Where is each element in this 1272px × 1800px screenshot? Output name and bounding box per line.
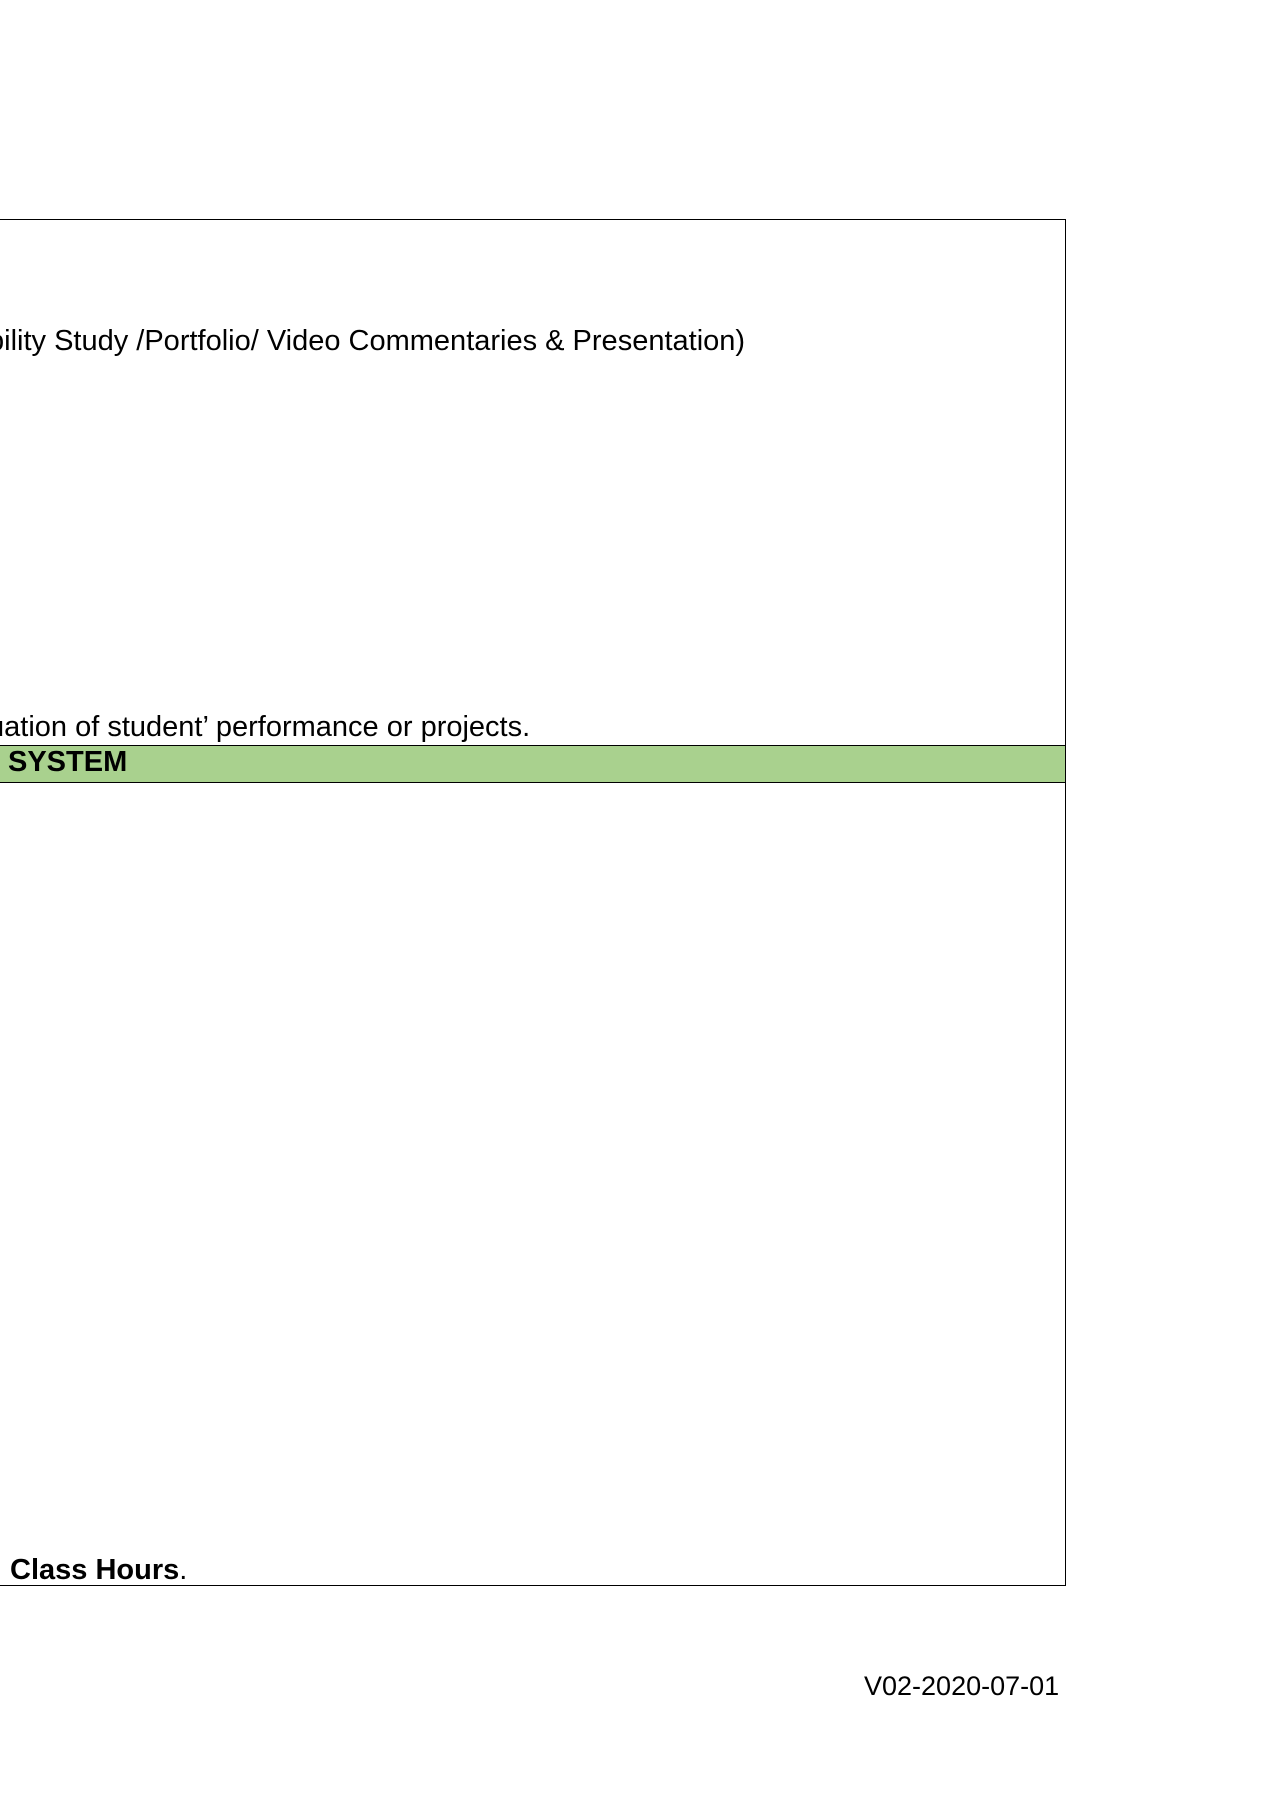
section-header-title: SYSTEM bbox=[8, 746, 128, 778]
evaluation-text: uation of student’ performance or projec… bbox=[0, 711, 531, 743]
assessment-methods-text: bility Study /Portfolio/ Video Commentar… bbox=[0, 325, 746, 357]
section-header-bar bbox=[0, 745, 1065, 783]
class-hours-label: Class Hours bbox=[10, 1554, 180, 1586]
class-hours-period: . bbox=[179, 1554, 188, 1586]
class-hours-line: Class Hours. bbox=[10, 1553, 187, 1587]
content-frame bbox=[0, 219, 1066, 1586]
version-footer: V02-2020-07-01 bbox=[864, 1671, 1060, 1701]
